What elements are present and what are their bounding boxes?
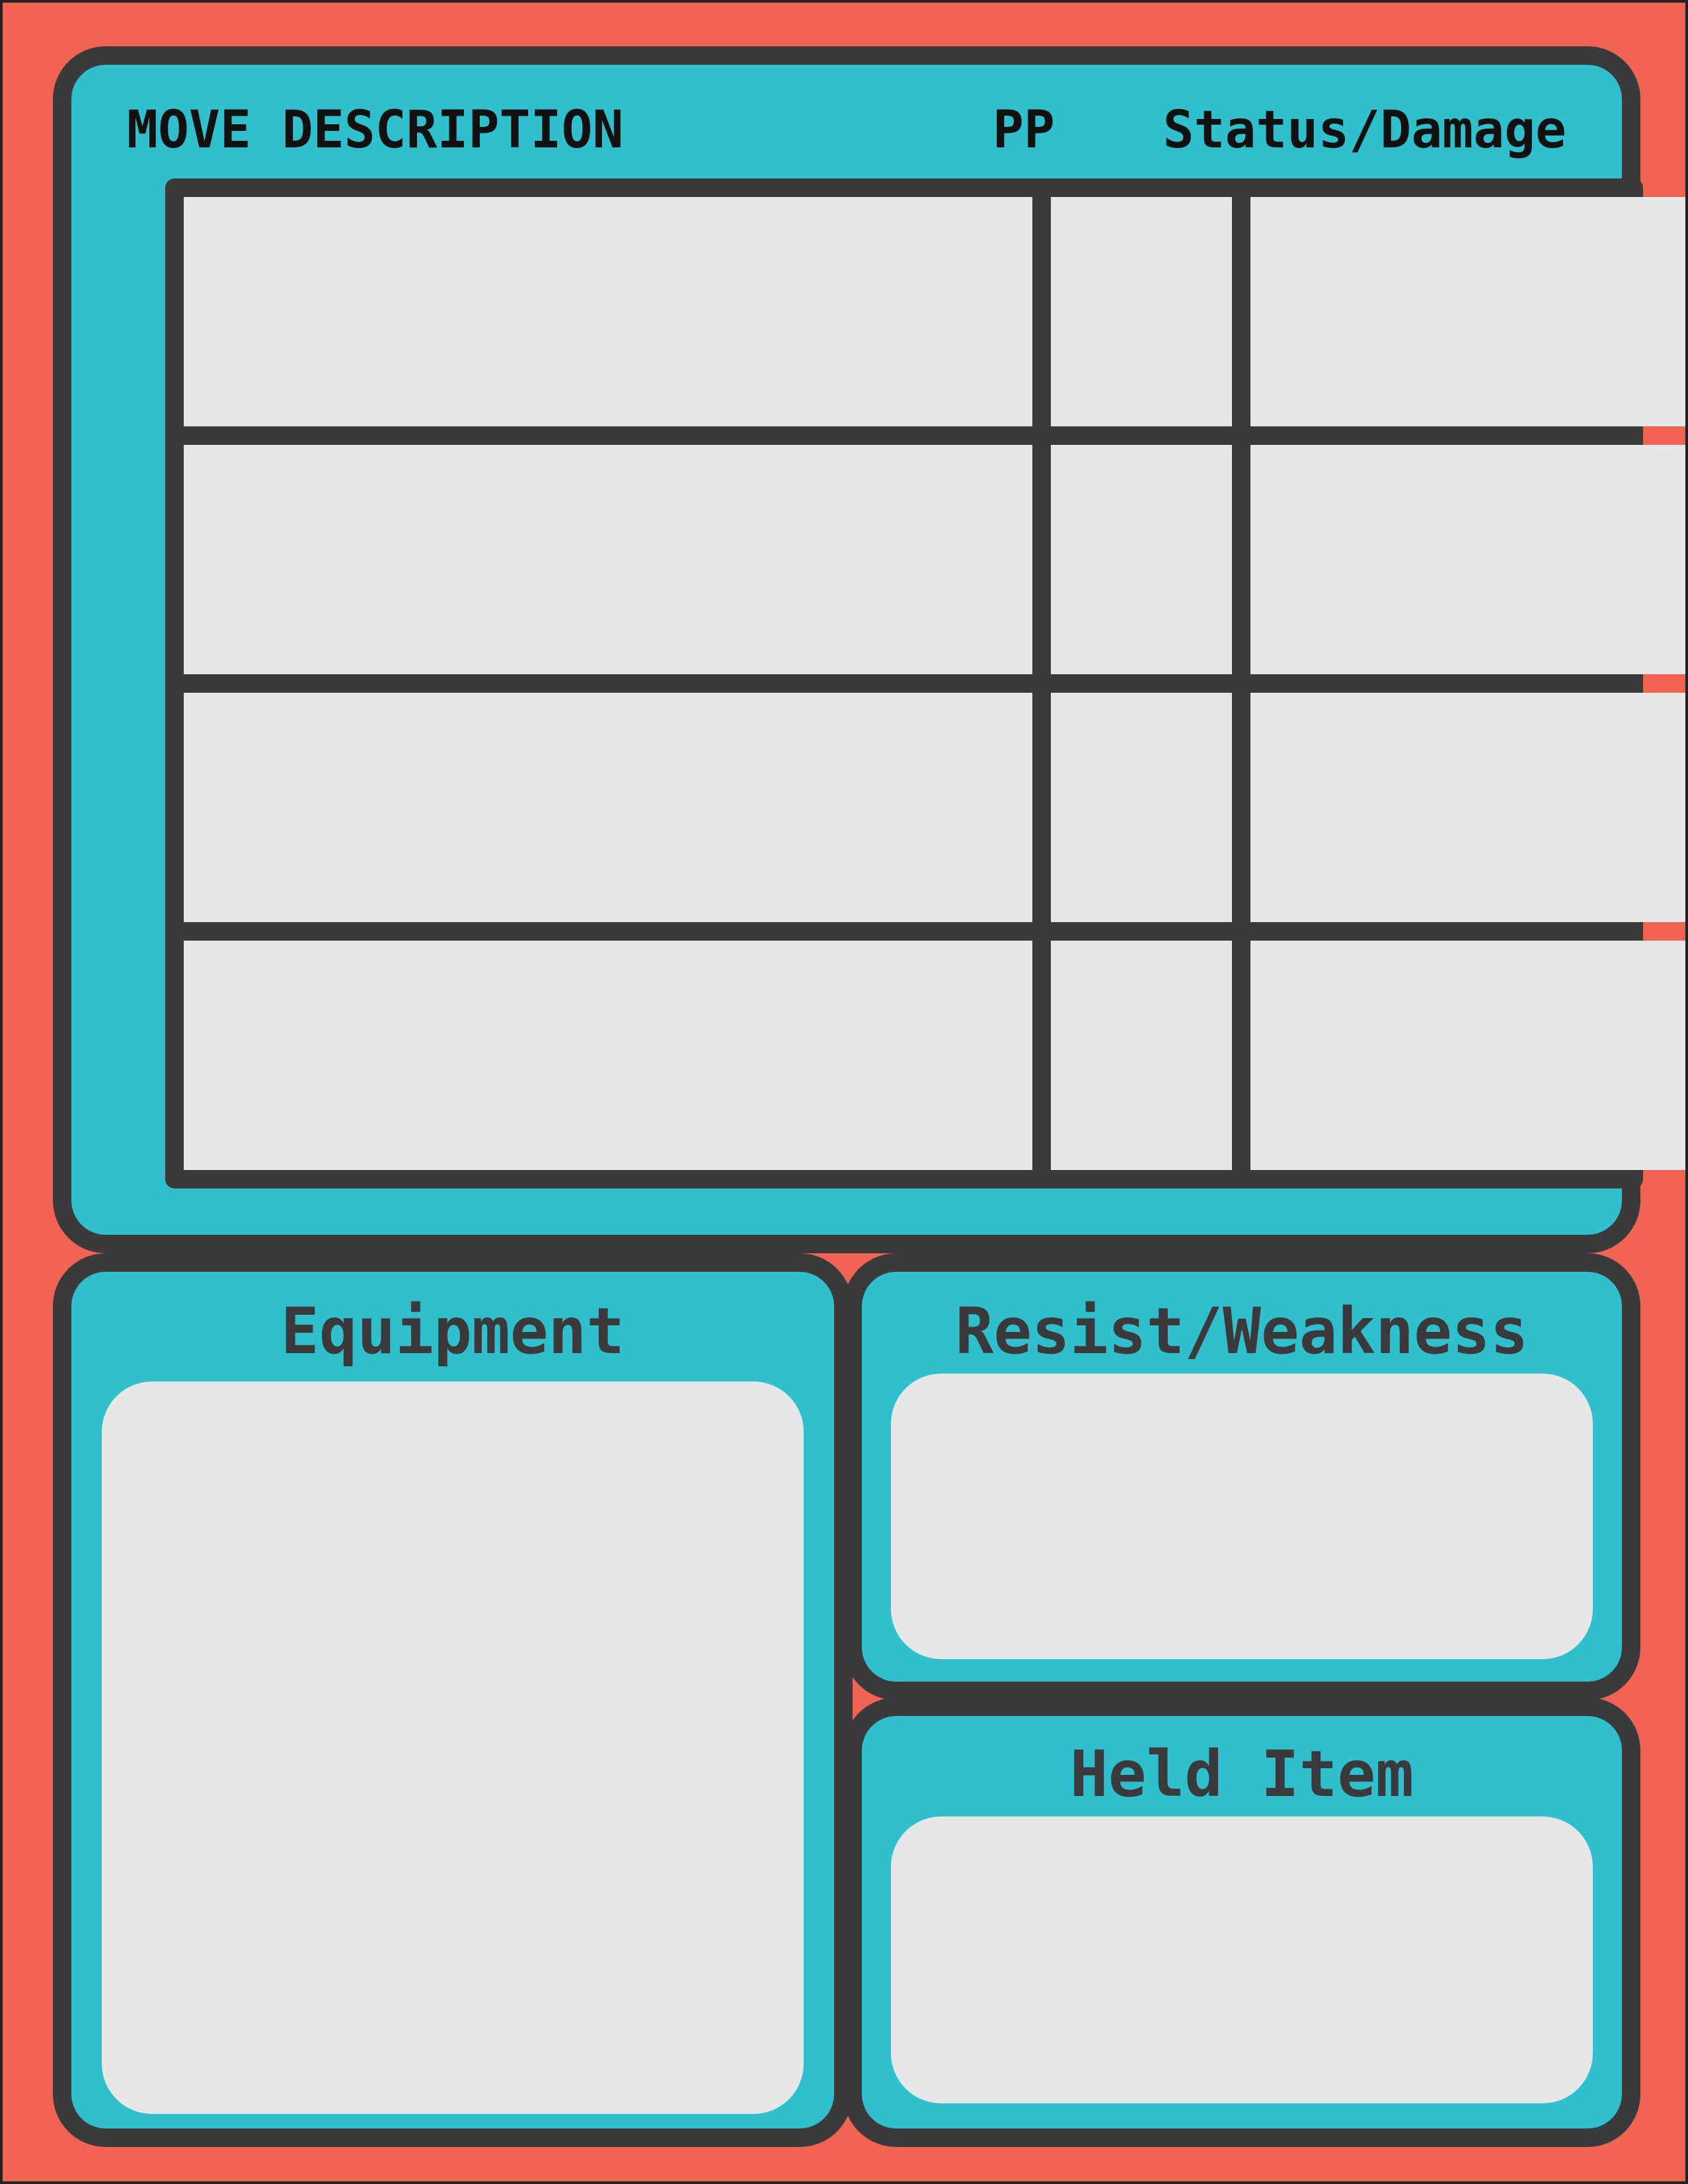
pp-header: PP	[993, 100, 1055, 160]
held-item-field[interactable]	[891, 1816, 1593, 2103]
resist-weakness-title: Resist/Weakness	[955, 1294, 1529, 1368]
equipment-field[interactable]	[102, 1382, 804, 2114]
character-sheet: MOVE DESCRIPTION PP Status/Damage Equipm…	[0, 0, 1688, 2184]
equipment-panel: Equipment	[53, 1253, 853, 2147]
resist-weakness-panel: Resist/Weakness	[843, 1253, 1640, 1700]
held-item-title: Held Item	[1069, 1737, 1414, 1811]
move-3-status-field[interactable]	[1250, 693, 1685, 922]
equipment-title: Equipment	[280, 1294, 625, 1368]
move-1-status-field[interactable]	[1250, 197, 1685, 426]
move-description-header: MOVE DESCRIPTION	[127, 100, 624, 160]
status-damage-header: Status/Damage	[1163, 100, 1566, 160]
moves-panel: MOVE DESCRIPTION PP Status/Damage	[53, 46, 1685, 1253]
move-4-status-field[interactable]	[1250, 941, 1685, 1170]
move-1-pp-field[interactable]	[1051, 197, 1232, 426]
move-1-description-field[interactable]	[184, 197, 1032, 426]
moves-table	[165, 178, 1685, 1189]
resist-weakness-field[interactable]	[891, 1374, 1593, 1659]
move-4-description-field[interactable]	[184, 941, 1032, 1170]
move-2-description-field[interactable]	[184, 445, 1032, 674]
move-3-pp-field[interactable]	[1051, 693, 1232, 922]
move-2-status-field[interactable]	[1250, 445, 1685, 674]
held-item-panel: Held Item	[843, 1697, 1640, 2147]
move-2-pp-field[interactable]	[1051, 445, 1232, 674]
move-3-description-field[interactable]	[184, 693, 1032, 922]
move-4-pp-field[interactable]	[1051, 941, 1232, 1170]
